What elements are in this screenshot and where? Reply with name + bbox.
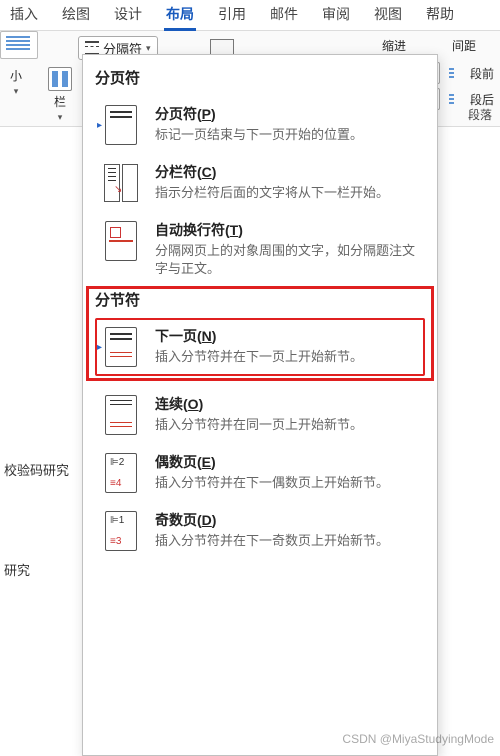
ribbon-tabs: 插入 绘图 设计 布局 引用 邮件 审阅 视图 帮助 <box>0 0 500 31</box>
spacing-after-icon <box>448 92 462 106</box>
chevron-down-icon: ▾ <box>14 86 19 97</box>
watermark: CSDN @MiyaStudyingMode <box>342 732 494 746</box>
tab-insert[interactable]: 插入 <box>2 0 46 30</box>
app-window: 插入 绘图 设计 布局 引用 邮件 审阅 视图 帮助 小 ▾ 栏 ▾ 分隔符 ▾… <box>0 0 500 750</box>
page-break-desc: 标记一页结束与下一页开始的位置。 <box>155 126 363 144</box>
tab-review[interactable]: 审阅 <box>314 0 358 30</box>
odd-page-icon <box>105 511 137 551</box>
size-button[interactable]: 小 ▾ <box>10 67 22 97</box>
tab-references[interactable]: 引用 <box>210 0 254 30</box>
breaks-dropdown: 分页符 分页符(P) 标记一页结束与下一页开始的位置。 ↘ 分栏符(C) 指示分… <box>82 54 438 756</box>
menu-column-break[interactable]: ↘ 分栏符(C) 指示分栏符后面的文字将从下一栏开始。 <box>95 154 425 212</box>
paragraph-group-label: 段落 <box>468 106 492 123</box>
chevron-down-icon: ▾ <box>58 112 63 123</box>
page-setup-icon[interactable] <box>0 31 38 59</box>
columns-label: 栏 <box>54 93 66 110</box>
space-before-label: 段前 <box>470 65 494 82</box>
columns-icon <box>48 67 72 91</box>
menu-page-break[interactable]: 分页符(P) 标记一页结束与下一页开始的位置。 <box>95 96 425 154</box>
tab-mailings[interactable]: 邮件 <box>262 0 306 30</box>
highlighted-section: 分节符 下一页(N) 插入分节符并在下一页上开始新节。 <box>89 289 431 378</box>
space-after-label: 段后 <box>470 91 494 108</box>
tab-layout[interactable]: 布局 <box>158 0 202 30</box>
breaks-icon <box>85 41 99 55</box>
page-break-icon <box>105 105 137 145</box>
menu-odd-page-section-break[interactable]: 奇数页(D) 插入分节符并在下一奇数页上开始新节。 <box>95 502 425 560</box>
document-text-fragment: 校验码研究 <box>4 460 69 479</box>
tab-help[interactable]: 帮助 <box>418 0 462 30</box>
continuous-icon <box>105 395 137 435</box>
text-wrapping-icon <box>105 221 137 261</box>
menu-text-wrapping-break[interactable]: 自动换行符(T) 分隔网页上的对象周围的文字，如分隔题注文字与正文。 <box>95 212 425 285</box>
columns-button[interactable]: 栏 ▾ <box>48 67 72 123</box>
size-label: 小 <box>10 67 22 84</box>
spacing-group-label: 间距 <box>452 37 476 54</box>
menu-even-page-section-break[interactable]: 偶数页(E) 插入分节符并在下一偶数页上开始新节。 <box>95 444 425 502</box>
document-text-fragment: 研究 <box>4 560 30 579</box>
section-breaks-heading: 分节符 <box>95 289 425 310</box>
next-page-icon <box>105 327 137 367</box>
tab-view[interactable]: 视图 <box>366 0 410 30</box>
column-break-icon: ↘ <box>104 164 138 202</box>
menu-next-page-section-break[interactable]: 下一页(N) 插入分节符并在下一页上开始新节。 <box>95 318 425 376</box>
indent-group-label: 缩进 <box>382 37 406 54</box>
spacing-before-icon <box>448 66 462 80</box>
chevron-down-icon: ▾ <box>146 43 151 54</box>
page-breaks-heading: 分页符 <box>95 67 425 88</box>
even-page-icon <box>105 453 137 493</box>
tab-design[interactable]: 设计 <box>106 0 150 30</box>
menu-continuous-section-break[interactable]: 连续(O) 插入分节符并在同一页上开始新节。 <box>95 386 425 444</box>
tab-draw[interactable]: 绘图 <box>54 0 98 30</box>
